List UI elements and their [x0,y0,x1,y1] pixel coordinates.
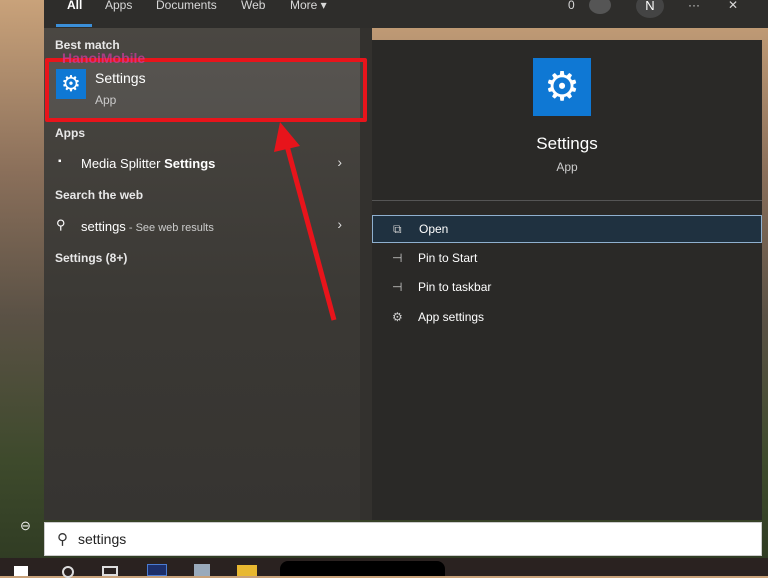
web-query: settings [81,219,126,234]
best-match-settings[interactable]: ⚙ Settings App [52,66,352,114]
app-icon[interactable] [194,564,210,576]
action-label: Pin to taskbar [418,280,492,294]
pin-icon: ⊣ [392,280,403,294]
watermark: HanoiMobile [62,50,146,66]
search-value: settings [78,531,127,547]
action-app-settings[interactable]: ⚙ App settings [372,303,762,331]
pin-icon: ⊣ [392,251,403,265]
avatar[interactable]: N [636,0,664,18]
apps-header: Apps [55,126,85,140]
active-tab-indicator [56,24,92,27]
details-subtitle: App [556,160,578,174]
gear-icon: ⚙ [392,310,403,324]
gear-icon: ⚙ [533,58,591,116]
settings-header[interactable]: Settings (8+) [55,251,127,265]
action-label: Pin to Start [418,251,478,265]
search-input[interactable]: ⚲ settings [44,522,762,556]
close-button[interactable]: ✕ [728,0,738,12]
action-pin-to-taskbar[interactable]: ⊣ Pin to taskbar [372,273,762,301]
redacted-region [280,561,445,576]
action-label: Open [419,222,449,236]
tab-more[interactable]: More ▾ [290,0,327,12]
details-panel: ⚙ Settings App ⧉ Open ⊣ Pin to Start ⊣ Pin … [372,40,762,520]
app-name-match: Settings [164,156,216,171]
action-pin-to-start[interactable]: ⊣ Pin to Start [372,244,762,272]
web-suffix: - See web results [125,222,214,234]
link-icon: ⊖ [20,518,31,533]
file-explorer-icon[interactable] [237,565,257,576]
best-match-subtitle: App [95,93,117,107]
photoshop-icon[interactable] [147,564,167,576]
open-icon: ⧉ [393,221,402,236]
web-header: Search the web [55,188,144,202]
gear-icon: ⚙ [56,69,86,99]
details-title: Settings [536,134,598,153]
best-match-title: Settings [95,70,146,86]
action-label: App settings [418,310,485,324]
divider [372,200,762,201]
tab-documents[interactable]: Documents [156,0,217,12]
points-count: 0 [568,0,575,12]
windows-start-icon[interactable] [14,566,28,576]
app-name: Media Splitter [81,156,165,171]
rewards-icon[interactable] [589,0,611,14]
task-view-icon[interactable] [102,566,118,576]
taskbar [0,558,768,578]
app-icon: ▪ [58,156,62,167]
tab-apps[interactable]: Apps [105,0,132,12]
action-open[interactable]: ⧉ Open [372,215,762,243]
tab-all[interactable]: All [67,0,82,12]
more-options-button[interactable]: ··· [688,0,700,12]
search-icon: ⚲ [57,531,68,548]
search-icon[interactable] [62,566,74,578]
search-tabs-bar: All Apps Documents Web More ▾ 0 N ··· ✕ [44,0,768,28]
tab-web[interactable]: Web [241,0,265,12]
red-arrow [274,122,337,321]
search-icon: ⚲ [56,217,66,232]
